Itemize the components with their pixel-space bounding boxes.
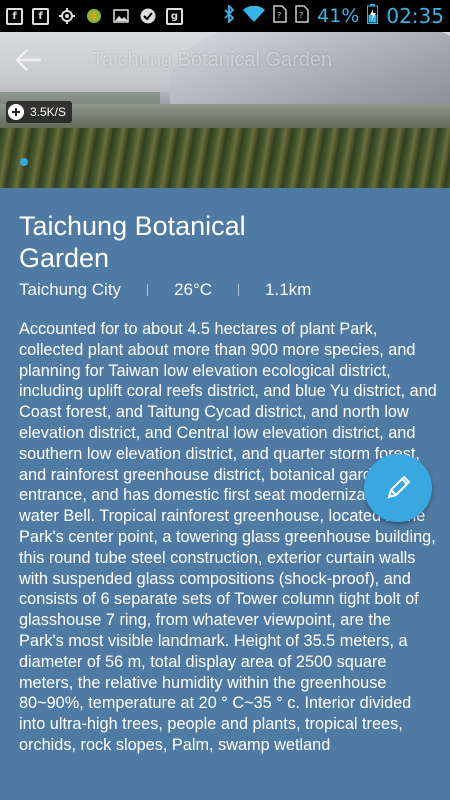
place-distance: 1.1km (265, 280, 312, 299)
svg-text:?: ? (277, 11, 281, 20)
network-speed-badge: 3.5K/S (6, 101, 73, 123)
divider (238, 284, 240, 296)
network-speed: 3.5K/S (30, 105, 67, 119)
toolbar: Taichung Botanical Garden (0, 32, 450, 88)
speed-icon (8, 104, 24, 120)
meta-row: Taichung City 26°C 1.1km (19, 280, 311, 300)
check-icon (139, 7, 157, 25)
pencil-icon (387, 475, 411, 499)
wifi-icon (243, 5, 266, 26)
bluetooth-icon (223, 3, 235, 27)
place-title: Taichung Botanical Garden (19, 211, 246, 273)
app-icon (85, 7, 103, 25)
svg-text:?: ? (299, 11, 303, 20)
divider (147, 284, 149, 296)
back-arrow-icon (15, 49, 41, 71)
hero-plants (0, 128, 450, 188)
clock: 02:35 (386, 4, 444, 28)
no-sim-icon: ? (295, 5, 309, 27)
battery-percent: 41% (317, 5, 360, 27)
place-temperature: 26°C (174, 280, 213, 299)
image-pager-dot[interactable] (20, 158, 28, 166)
back-button[interactable] (0, 32, 56, 88)
no-sim-icon: ? (273, 5, 287, 27)
place-city: Taichung City (19, 280, 122, 299)
facebook-icon: f (6, 7, 23, 25)
system-icons: ? ? 41% 02:35 (223, 3, 444, 28)
image-icon (112, 7, 130, 25)
toolbar-title: Taichung Botanical Garden (92, 48, 333, 71)
gps-icon (58, 7, 76, 25)
facebook-icon: f (32, 7, 49, 25)
battery-icon (367, 4, 379, 28)
notification-icons: f f g (6, 7, 183, 25)
edit-button[interactable] (364, 454, 432, 522)
place-description: Accounted for to about 4.5 hectares of p… (19, 320, 437, 754)
status-bar: f f g ? ? 41% 02:35 (0, 0, 450, 32)
google-plus-icon: g (166, 7, 183, 25)
